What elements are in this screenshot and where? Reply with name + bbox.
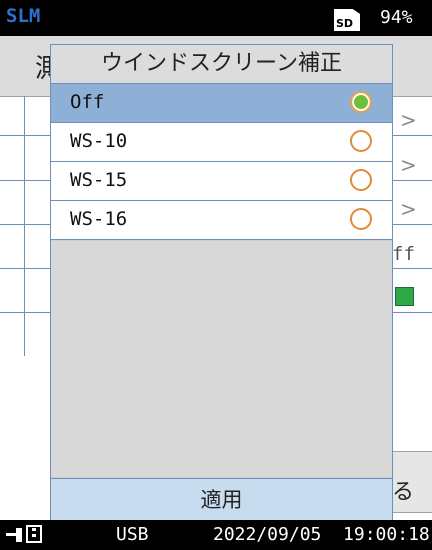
background-row-divider: [24, 96, 25, 356]
chevron-right-icon: >: [400, 108, 417, 132]
option-label: WS-15: [70, 169, 128, 191]
radio-unselected-icon[interactable]: [350, 208, 372, 230]
connection-plug-icon: [6, 528, 22, 542]
date-time: 2022/09/05 19:00:18: [213, 524, 430, 545]
dialog-title: ウインドスクリーン補正: [51, 45, 392, 84]
background-button-label: る: [392, 480, 415, 505]
battery-level: 94%: [380, 7, 413, 28]
usb-status: USB: [116, 524, 149, 545]
option-off[interactable]: Off: [51, 84, 392, 123]
radio-unselected-icon[interactable]: [350, 169, 372, 191]
option-ws-16[interactable]: WS-16: [51, 201, 392, 240]
app-name: SLM: [6, 5, 41, 27]
apply-button[interactable]: 適用: [51, 478, 392, 521]
dialog-empty-area: [51, 241, 392, 477]
option-ws-15[interactable]: WS-15: [51, 162, 392, 201]
radio-selected-icon[interactable]: [350, 91, 372, 113]
bottom-status-bar: USB 2022/09/05 19:00:18: [0, 520, 432, 550]
chevron-right-icon: >: [400, 197, 417, 221]
status-indicator: [395, 287, 414, 306]
option-label: Off: [70, 91, 105, 113]
memory-icon: [26, 525, 42, 543]
option-label: WS-10: [70, 130, 128, 152]
sd-card-icon: SD: [334, 9, 360, 31]
background-value-partial: ff: [392, 243, 415, 265]
radio-unselected-icon[interactable]: [350, 130, 372, 152]
status-bar: SLM SD 94%: [0, 0, 432, 36]
chevron-right-icon: >: [400, 153, 417, 177]
sd-card-label: SD: [336, 17, 354, 30]
option-label: WS-16: [70, 208, 128, 230]
windscreen-correction-dialog: ウインドスクリーン補正 Off WS-10 WS-15 WS-16 適用: [50, 44, 393, 521]
option-ws-10[interactable]: WS-10: [51, 123, 392, 162]
